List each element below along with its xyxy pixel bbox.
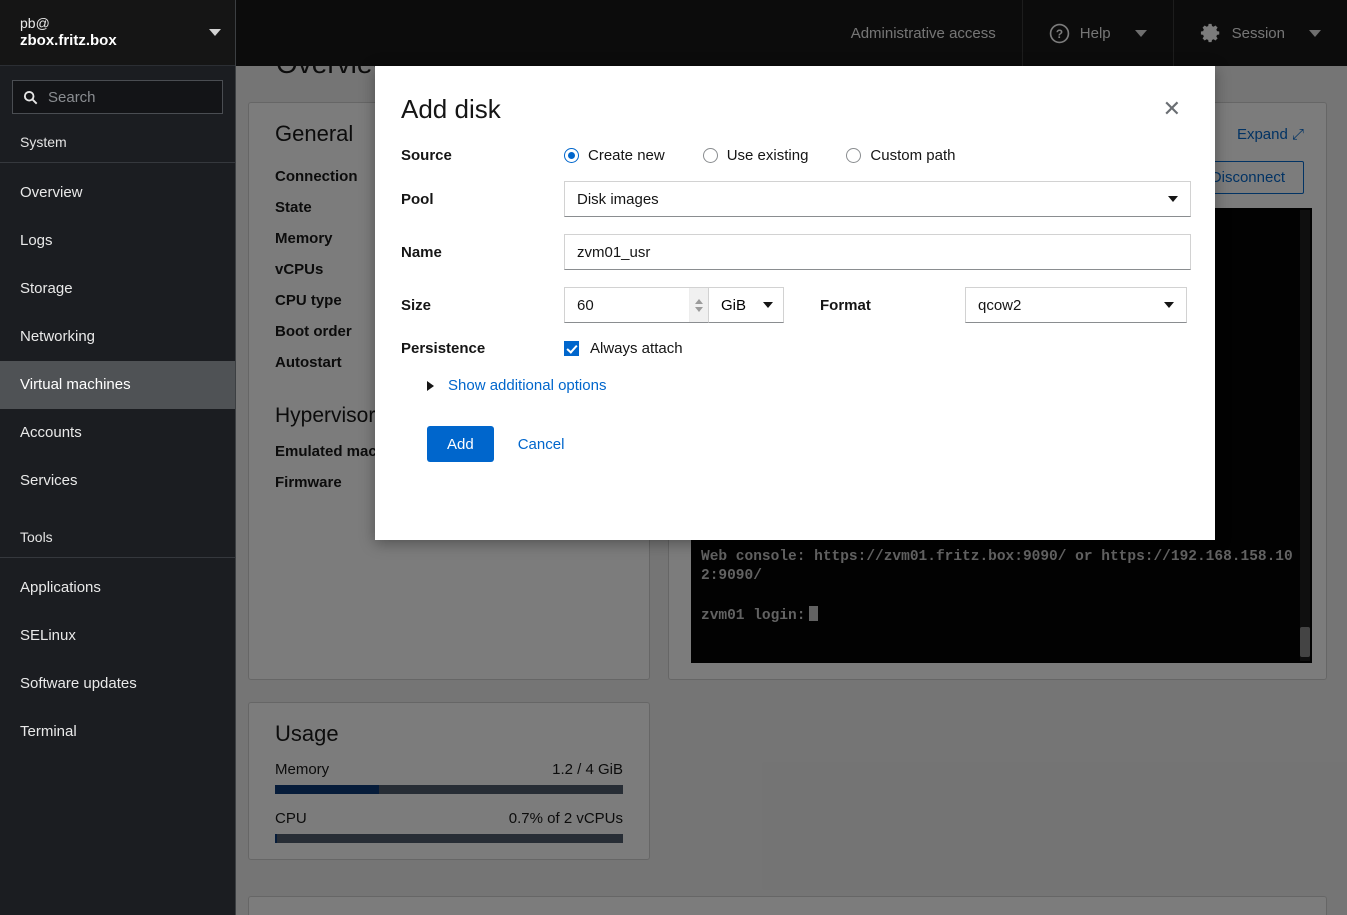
sidebar-item-overview[interactable]: Overview (0, 169, 235, 217)
chevron-down-icon (1164, 302, 1174, 308)
sidebar-item-logs[interactable]: Logs (0, 217, 235, 265)
source-label: Source (401, 147, 452, 164)
pool-select-value: Disk images (577, 190, 659, 208)
add-disk-dialog: Add disk ✕ Source Create new Use existin… (375, 66, 1215, 540)
nav-group-tools: Tools Applications SELinux Software upda… (0, 521, 235, 762)
size-label: Size (401, 296, 432, 314)
format-select-value: qcow2 (978, 296, 1022, 314)
host-user: pb@ (20, 14, 50, 31)
always-attach-checkbox[interactable]: Always attach (564, 340, 683, 357)
form-row-pool: Pool Disk images (401, 181, 1191, 217)
form-row-size-format: Size GiB Format qcow (401, 287, 1189, 323)
show-additional-options-toggle[interactable]: Show additional options (427, 377, 1189, 394)
radio-create-new-label: Create new (588, 147, 665, 164)
host-name: zbox.fritz.box (20, 31, 117, 49)
chevron-down-icon (763, 302, 773, 308)
sidebar-item-virtual-machines[interactable]: Virtual machines (0, 361, 235, 409)
pool-select[interactable]: Disk images (564, 181, 1191, 217)
radio-use-existing[interactable]: Use existing (702, 147, 809, 164)
cockpit-app: pb@ zbox.fritz.box System Overview Logs … (0, 0, 1347, 915)
pool-label: Pool (401, 190, 434, 208)
radio-use-existing-label: Use existing (726, 147, 809, 164)
sidebar-item-selinux[interactable]: SELinux (0, 612, 235, 660)
chevron-right-icon (427, 380, 434, 391)
pool-control: Disk images (564, 181, 1191, 217)
radio-mark-icon (702, 148, 718, 163)
size-stepper[interactable] (564, 287, 709, 323)
modal-title: Add disk (401, 94, 501, 124)
host-switcher-text: pb@ zbox.fritz.box (20, 15, 203, 50)
add-button[interactable]: Add (427, 426, 494, 462)
size-format-control: GiB Format qcow2 (564, 287, 1189, 323)
modal-title-row: Add disk ✕ (401, 94, 1189, 125)
cancel-button[interactable]: Cancel (508, 436, 575, 453)
sidebar: pb@ zbox.fritz.box System Overview Logs … (0, 0, 236, 915)
size-unit-value: GiB (721, 296, 747, 314)
sidebar-search-wrap (0, 66, 235, 126)
sidebar-item-services[interactable]: Services (0, 457, 235, 505)
search-box[interactable] (12, 80, 223, 114)
spinner-up-icon[interactable] (695, 298, 704, 304)
nav-group-system: System Overview Logs Storage Networking … (0, 126, 235, 511)
form-row-persistence: Persistence Always attach (401, 340, 1189, 357)
nav-list-system: Overview Logs Storage Networking Virtual… (0, 163, 235, 511)
always-attach-label: Always attach (590, 340, 683, 357)
form-row-name: Name (401, 234, 1191, 270)
name-control (564, 234, 1191, 270)
chevron-down-icon (209, 29, 221, 36)
name-input[interactable] (564, 234, 1191, 270)
sidebar-item-terminal[interactable]: Terminal (0, 708, 235, 756)
modal-actions: Add Cancel (427, 426, 1189, 462)
radio-mark-icon (564, 148, 579, 163)
nav-group-label-system: System (20, 134, 67, 150)
spinner-updown-icon[interactable] (689, 288, 708, 322)
radio-custom-path[interactable]: Custom path (846, 147, 955, 164)
source-radio-group: Create new Use existing Custom path (564, 147, 955, 164)
search-icon (23, 90, 38, 104)
sidebar-item-accounts[interactable]: Accounts (0, 409, 235, 457)
add-disk-form: Source Create new Use existing Custom pa… (401, 147, 1191, 462)
source-control: Create new Use existing Custom path (564, 147, 1189, 164)
chevron-down-icon (1168, 196, 1178, 202)
radio-create-new[interactable]: Create new (564, 147, 665, 164)
nav-list-tools: Applications SELinux Software updates Te… (0, 558, 235, 762)
nav-group-label-tools: Tools (20, 529, 53, 545)
format-label: Format (820, 296, 871, 314)
spinner-down-icon[interactable] (695, 306, 704, 312)
format-select[interactable]: qcow2 (965, 287, 1187, 323)
sidebar-item-software-updates[interactable]: Software updates (0, 660, 235, 708)
size-unit-select[interactable]: GiB (709, 287, 784, 323)
show-additional-options-label: Show additional options (448, 377, 607, 394)
name-label: Name (401, 243, 442, 261)
persistence-control: Always attach (564, 340, 1189, 357)
persistence-label: Persistence (401, 340, 486, 357)
sidebar-item-storage[interactable]: Storage (0, 265, 235, 313)
size-input[interactable] (565, 288, 690, 322)
sidebar-item-applications[interactable]: Applications (0, 564, 235, 612)
host-switcher[interactable]: pb@ zbox.fritz.box (0, 0, 235, 66)
radio-custom-path-label: Custom path (870, 147, 956, 164)
form-row-source: Source Create new Use existing Custom pa… (401, 147, 1189, 164)
checkbox-checked-icon (564, 341, 579, 356)
close-icon[interactable]: ✕ (1155, 94, 1189, 124)
search-input[interactable] (48, 88, 212, 106)
radio-mark-icon (846, 148, 862, 163)
sidebar-item-networking[interactable]: Networking (0, 313, 235, 361)
